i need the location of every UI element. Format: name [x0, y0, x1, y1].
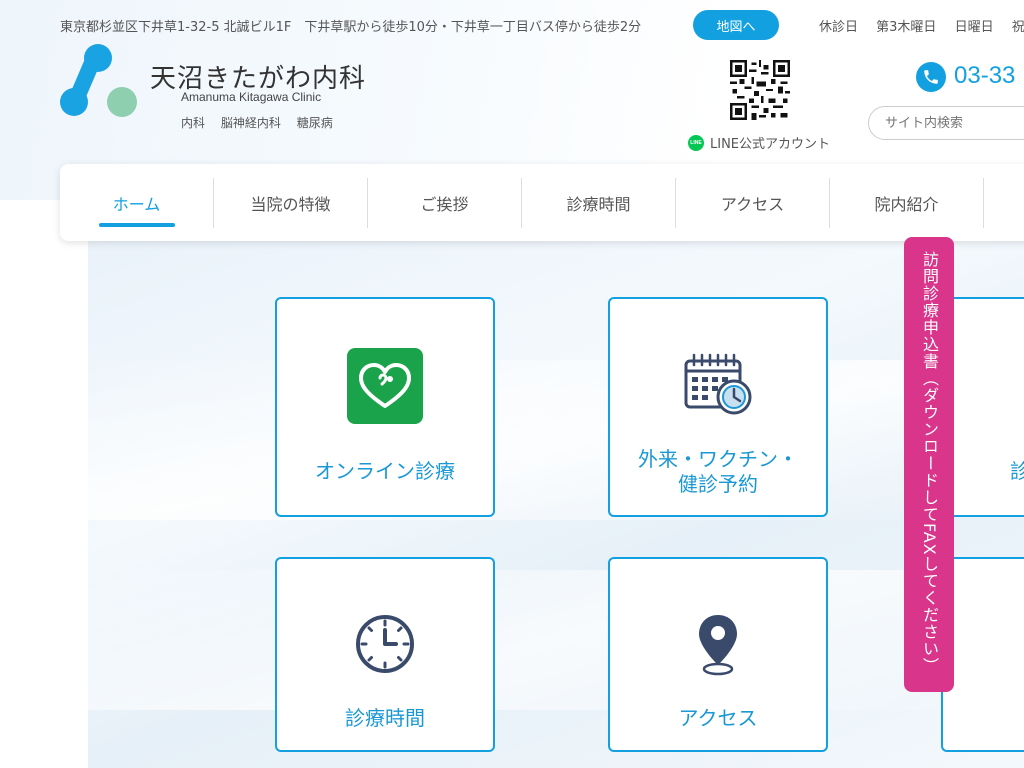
- online-consultation-card[interactable]: オンライン診療: [275, 297, 495, 517]
- line-official-account-link[interactable]: LINE LINE公式アカウント: [688, 133, 830, 152]
- nav-item-facility[interactable]: 院内紹介: [830, 177, 984, 228]
- hours-card[interactable]: 診療時間: [275, 557, 495, 752]
- closed-day: 日曜日: [954, 20, 994, 35]
- clinic-address: 東京都杉並区下井草1-32-5 北誠ビル1F 下井草駅から徒歩10分・下井草一丁…: [60, 20, 642, 35]
- access-card[interactable]: アクセス: [608, 557, 828, 752]
- map-button[interactable]: 地図へ: [693, 10, 779, 40]
- card-label-line2: 健診予約: [678, 472, 758, 496]
- nav-item-features[interactable]: 当院の特徴: [214, 177, 368, 228]
- main-navigation: ホーム 当院の特徴 ご挨拶 診療時間 アクセス 院内紹介: [60, 164, 1024, 241]
- home-visit-application-tab[interactable]: 訪問診療申込書（ダウンロードしてFAXしてください）: [904, 237, 954, 692]
- content-background: [88, 240, 1024, 768]
- closed-days-label: 休診日: [819, 20, 859, 35]
- site-search-input[interactable]: [868, 106, 1024, 140]
- phone-number[interactable]: 03-33: [954, 62, 1015, 90]
- phone-icon: [916, 62, 946, 92]
- closed-day: 第3木曜日: [876, 20, 937, 35]
- nav-item-greeting[interactable]: ご挨拶: [368, 177, 522, 228]
- department-list: 内科 脳神経内科 糖尿病: [181, 114, 345, 131]
- department-item: 脳神経内科: [220, 116, 281, 130]
- card-label: オンライン診療: [315, 459, 455, 483]
- department-item: 内科: [181, 116, 206, 130]
- line-link-label: LINE公式アカウント: [710, 137, 831, 152]
- phone-glyph-icon: [924, 70, 938, 84]
- department-item: 糖尿病: [296, 116, 333, 130]
- line-icon: LINE: [688, 134, 704, 151]
- nav-item-home[interactable]: ホーム: [60, 177, 214, 228]
- nav-item-access[interactable]: アクセス: [676, 177, 830, 228]
- nav-item-hours[interactable]: 診療時間: [522, 177, 676, 228]
- clinic-name-english: Amanuma Kitagawa Clinic: [181, 90, 322, 104]
- card-label: 診療時間: [345, 706, 425, 730]
- card-label-line1: 外来・ワクチン・: [638, 447, 798, 471]
- card-label: アクセス: [678, 706, 758, 730]
- qr-code-icon[interactable]: [730, 60, 790, 120]
- card-label: 診: [1010, 459, 1024, 483]
- clock-icon: [356, 615, 414, 673]
- closed-day: 祝: [1011, 20, 1024, 35]
- reservation-card[interactable]: 外来・ワクチン・ 健診予約: [608, 297, 828, 517]
- closed-days: 休診日 第3木曜日 日曜日 祝: [819, 16, 1024, 35]
- map-pin-icon: [699, 615, 737, 676]
- clinic-logo-icon[interactable]: [58, 44, 140, 120]
- heart-chat-icon: [347, 348, 423, 424]
- calendar-clock-icon: [684, 353, 752, 415]
